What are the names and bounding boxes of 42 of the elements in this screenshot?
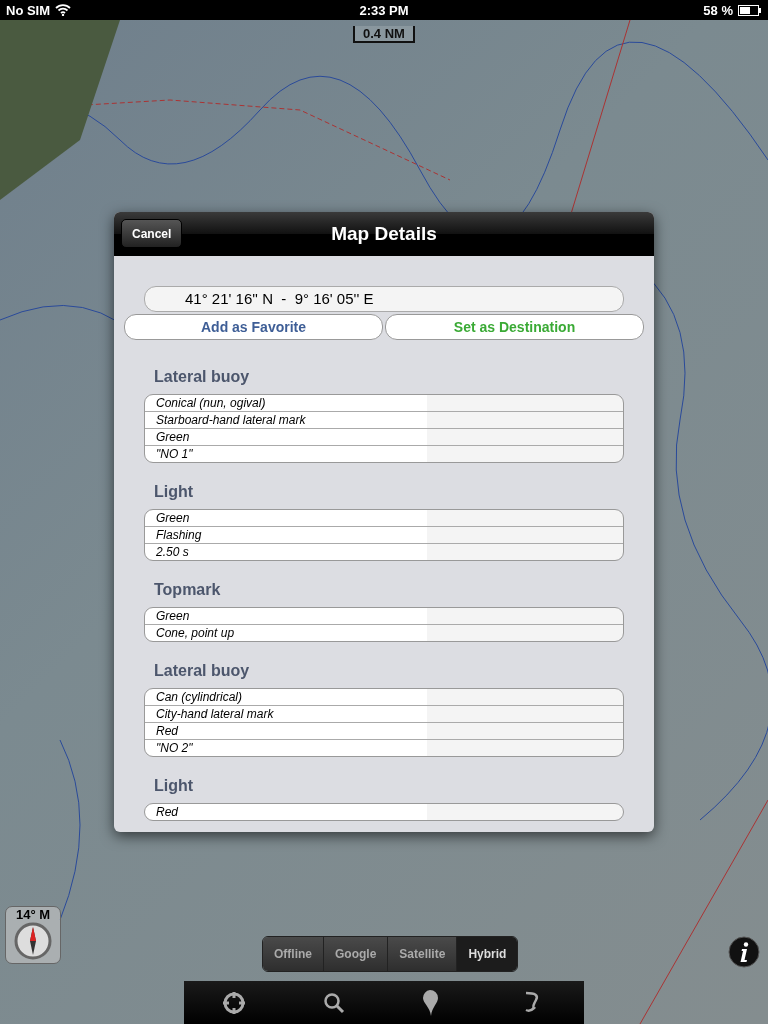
crosshair-icon — [222, 990, 247, 1015]
detail-row: "NO 1" — [145, 445, 623, 462]
locate-button[interactable] — [222, 990, 247, 1015]
wifi-icon — [55, 4, 72, 16]
scale-bar: 0.4 NM — [353, 26, 415, 43]
detail-row: City-hand lateral mark — [145, 705, 623, 722]
map-type-tab[interactable]: Hybrid — [456, 937, 518, 971]
info-button[interactable] — [728, 936, 760, 968]
compass-widget[interactable]: 14° M — [5, 906, 61, 964]
info-icon — [728, 936, 760, 968]
carrier-label: No SIM — [6, 2, 51, 18]
compass-icon — [14, 922, 52, 960]
detail-row: Starboard-hand lateral mark — [145, 411, 623, 428]
section-title: Light — [154, 483, 195, 501]
heading-label: 14° M — [15, 907, 51, 922]
battery-icon — [738, 4, 762, 16]
search-icon — [322, 991, 345, 1014]
detail-row-text: Can (cylindrical) — [155, 689, 244, 705]
detail-row: Red — [145, 722, 623, 739]
add-favorite-button[interactable]: Add as Favorite — [124, 314, 383, 340]
section-title: Lateral buoy — [154, 662, 251, 680]
detail-row: 2.50 s — [145, 543, 623, 560]
detail-row: Flashing — [145, 526, 623, 543]
battery-percent: 58 % — [703, 2, 733, 18]
detail-row: Green — [145, 428, 623, 445]
detail-row: Cone, point up — [145, 624, 623, 641]
detail-row: "NO 2" — [145, 739, 623, 756]
section-title: Light — [154, 777, 195, 795]
map-type-tab[interactable]: Satellite — [387, 937, 457, 971]
section-title: Lateral buoy — [154, 368, 251, 386]
cancel-button[interactable]: Cancel — [121, 219, 183, 248]
map-type-tab[interactable]: Google — [323, 937, 388, 971]
detail-row-text: Conical (nun, ogival) — [155, 395, 267, 411]
detail-row-text: Green — [155, 608, 191, 624]
map-type-tab[interactable]: Offline — [263, 937, 323, 971]
search-button[interactable] — [322, 991, 345, 1014]
section-title: Topmark — [154, 581, 222, 599]
detail-row-text: Red — [155, 804, 179, 820]
detail-row-text: Green — [155, 510, 191, 526]
coordinates-field[interactable]: 41° 21' 16'' N - 9° 16' 05'' E — [144, 286, 624, 312]
dialog-title: Map Details — [331, 223, 437, 245]
clock-time: 2:33 PM — [359, 2, 409, 18]
